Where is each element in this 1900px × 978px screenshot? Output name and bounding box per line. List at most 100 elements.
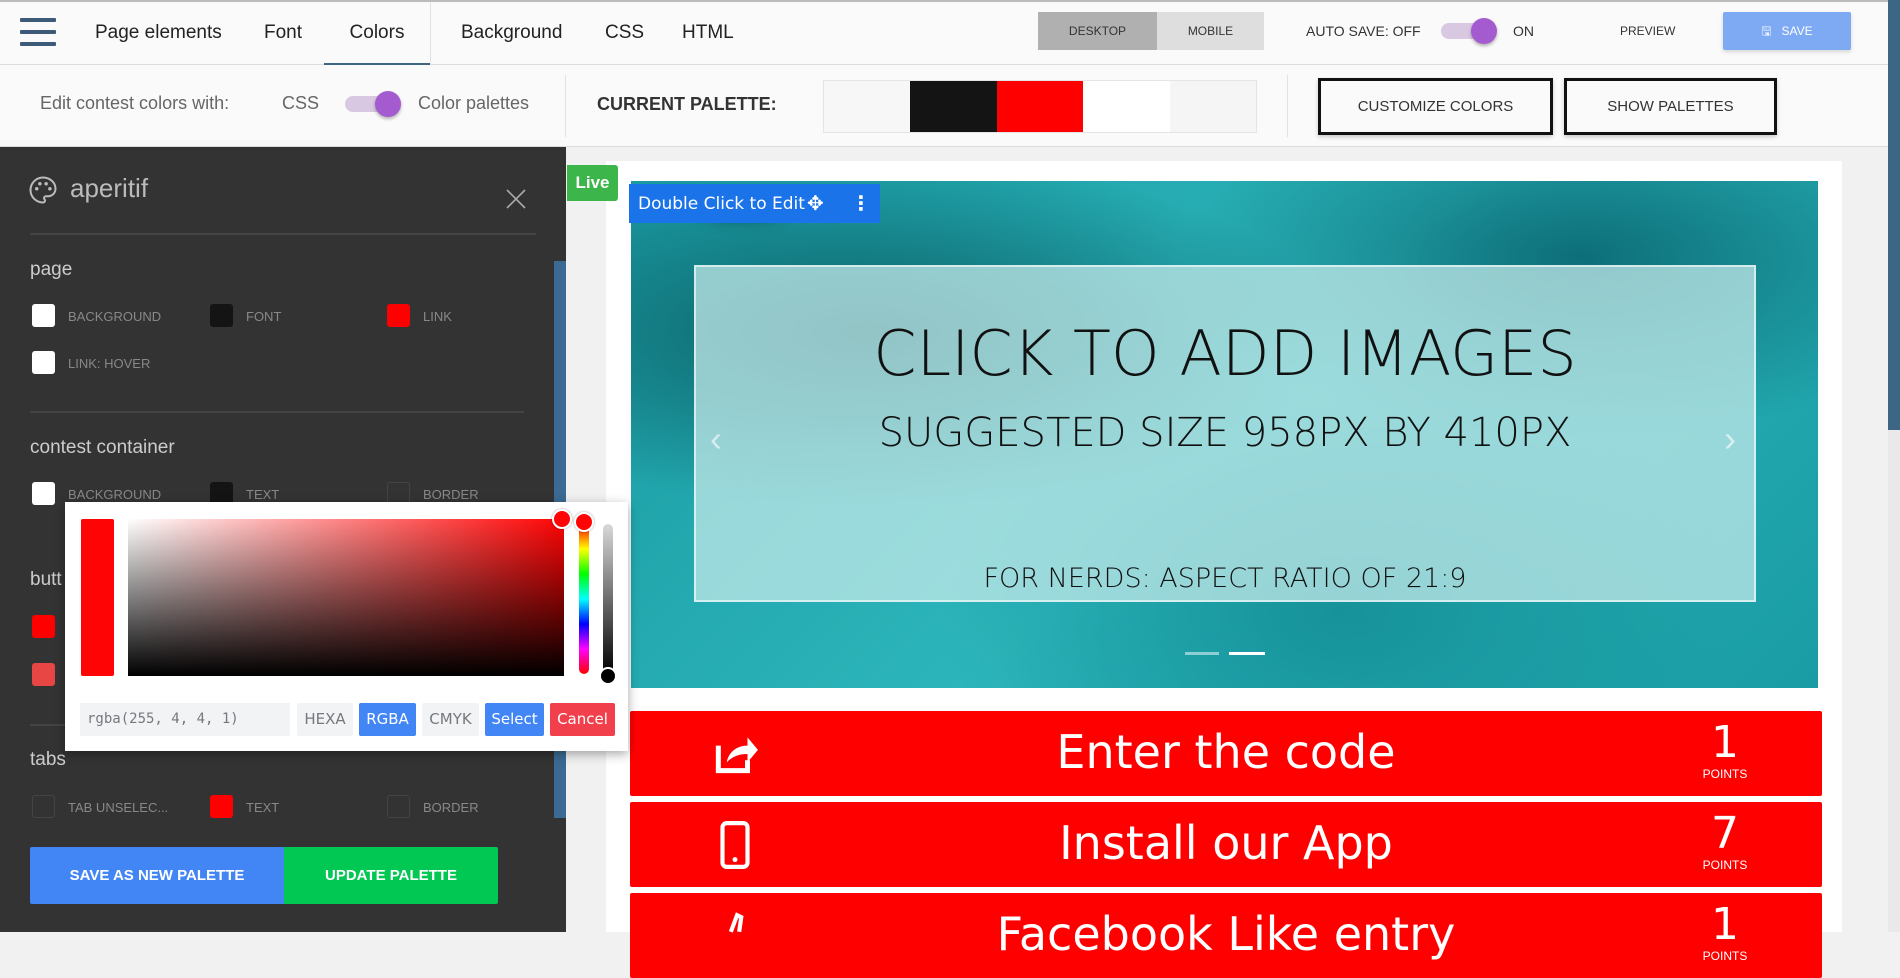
palettes-mode-label[interactable]: Color palettes — [418, 93, 529, 114]
palette-toolbar: Edit contest colors with: CSS Color pale… — [0, 65, 1888, 147]
color-swatch-label: BORDER — [423, 487, 479, 502]
color-swatch[interactable] — [32, 795, 55, 818]
saturation-handle[interactable] — [552, 509, 572, 529]
hue-handle[interactable] — [574, 512, 594, 532]
menu-icon[interactable] — [20, 18, 56, 48]
color-swatch[interactable] — [32, 351, 55, 374]
slide-indicator-active[interactable] — [1229, 652, 1265, 655]
color-swatch-label: BACKGROUND — [68, 487, 162, 502]
entry-label: Enter the code — [1056, 725, 1396, 779]
tab-background[interactable]: Background — [461, 2, 562, 66]
color-swatch-label: TAB UNSELEC... — [68, 800, 169, 815]
chevron-right-icon[interactable]: › — [1724, 418, 1736, 460]
hue-slider[interactable] — [579, 524, 589, 674]
hero-subtitle: SUGGESTED SIZE 958PX BY 410PX — [878, 410, 1572, 456]
color-swatch[interactable] — [210, 304, 233, 327]
entry-points: 1 — [1711, 717, 1739, 768]
page-scrollbar-thumb[interactable] — [1888, 0, 1900, 430]
cancel-button[interactable]: Cancel — [550, 703, 615, 736]
save-button[interactable]: 🖫 SAVE — [1723, 12, 1851, 50]
color-swatch[interactable] — [387, 795, 410, 818]
preview-button[interactable]: PREVIEW — [1620, 24, 1675, 38]
color-picker: rgba(255, 4, 4, 1) HEXA RGBA CMYK Select… — [65, 502, 628, 751]
palette-color-2 — [996, 81, 1084, 132]
color-swatch[interactable] — [210, 795, 233, 818]
tab-css[interactable]: CSS — [605, 2, 644, 66]
divider — [30, 411, 524, 413]
entry-label: Facebook Like entry — [996, 907, 1456, 961]
color-swatch-label: BORDER — [423, 800, 479, 815]
top-toolbar: Page elements Font Colors Background CSS… — [0, 0, 1888, 66]
cmyk-mode-button[interactable]: CMYK — [422, 703, 479, 736]
hexa-mode-button[interactable]: HEXA — [297, 703, 353, 736]
autosave-toggle[interactable] — [1441, 18, 1499, 44]
edit-with-label: Edit contest colors with: — [40, 93, 230, 113]
color-swatch-label: TEXT — [246, 800, 280, 815]
entry-method[interactable]: Enter the code 1 POINTS — [630, 711, 1822, 796]
palette-color-0 — [824, 81, 911, 132]
entry-points: 7 — [1711, 808, 1739, 859]
save-as-new-palette-button[interactable]: SAVE AS NEW PALETTE — [30, 847, 284, 904]
section-tabs-title: tabs — [30, 749, 66, 770]
opacity-handle[interactable] — [599, 667, 617, 685]
mode-toggle[interactable] — [345, 91, 403, 117]
divider — [565, 75, 566, 137]
css-mode-label[interactable]: CSS — [282, 93, 319, 114]
tab-html[interactable]: HTML — [682, 2, 734, 66]
tab-colors[interactable]: Colors — [324, 2, 430, 66]
update-palette-button[interactable]: UPDATE PALETTE — [284, 847, 498, 904]
entry-points-label: POINTS — [1702, 858, 1748, 872]
current-palette[interactable] — [823, 80, 1257, 133]
palette-color-4 — [1169, 81, 1257, 132]
tab-page-elements[interactable]: Page elements — [95, 2, 222, 66]
color-swatch-label: BACKGROUND — [68, 309, 162, 324]
desktop-button[interactable]: DESKTOP — [1038, 12, 1157, 50]
current-palette-label: CURRENT PALETTE: — [597, 94, 777, 114]
entry-points-label: POINTS — [1702, 949, 1748, 963]
entry-points: 1 — [1711, 899, 1739, 950]
divider — [1287, 75, 1288, 137]
hero-note: FOR NERDS: ASPECT RATIO OF 21:9 — [983, 563, 1467, 594]
divider — [30, 233, 536, 235]
close-icon[interactable] — [506, 189, 526, 209]
rgba-mode-button[interactable]: RGBA — [359, 703, 416, 736]
entry-method[interactable]: Facebook Like entry 1 POINTS — [630, 893, 1822, 978]
color-swatch[interactable] — [387, 304, 410, 327]
palette-color-1 — [910, 81, 997, 132]
tab-font[interactable]: Font — [264, 2, 302, 66]
palette-name: aperitif — [70, 173, 149, 203]
color-swatch[interactable] — [32, 482, 55, 505]
mobile-button[interactable]: MOBILE — [1157, 12, 1264, 50]
section-buttons-title: butt — [30, 569, 62, 590]
section-page-title: page — [30, 259, 73, 280]
live-badge: Live — [567, 165, 618, 201]
select-button[interactable]: Select — [485, 703, 544, 736]
edit-hint-bar[interactable]: Double Click to Edit ✥ ⋮ — [629, 184, 880, 223]
move-icon[interactable]: ✥ — [807, 184, 824, 223]
color-swatch-label: LINK: HOVER — [68, 356, 151, 371]
entry-method[interactable]: Install our App 7 POINTS — [630, 802, 1822, 887]
autosave-on-label: ON — [1513, 23, 1534, 39]
saturation-area[interactable] — [128, 519, 564, 676]
save-label: SAVE — [1781, 24, 1813, 38]
page-scrollbar-track[interactable] — [1888, 430, 1900, 932]
customize-colors-button[interactable]: CUSTOMIZE COLORS — [1318, 78, 1553, 135]
edit-hint: Double Click to Edit — [638, 194, 805, 214]
section-container-title: contest container — [30, 437, 175, 458]
opacity-slider[interactable] — [603, 524, 613, 674]
divider — [430, 2, 431, 66]
slide-indicator[interactable] — [1185, 652, 1219, 655]
hero-title: CLICK TO ADD IMAGES — [873, 317, 1577, 390]
entry-points-label: POINTS — [1702, 767, 1748, 781]
button-color-swatch[interactable] — [32, 615, 55, 638]
color-swatch-label: LINK — [423, 309, 452, 324]
color-preview — [81, 519, 114, 676]
color-value-input[interactable]: rgba(255, 4, 4, 1) — [80, 703, 290, 736]
chevron-left-icon[interactable]: ‹ — [710, 418, 722, 460]
button-color-swatch[interactable] — [32, 663, 55, 686]
more-options-icon[interactable]: ⋮ — [851, 184, 871, 223]
color-swatch-label: FONT — [246, 309, 282, 324]
color-swatch[interactable] — [32, 304, 55, 327]
image-placeholder[interactable]: CLICK TO ADD IMAGES SUGGESTED SIZE 958PX… — [694, 265, 1756, 602]
show-palettes-button[interactable]: SHOW PALETTES — [1564, 78, 1777, 135]
